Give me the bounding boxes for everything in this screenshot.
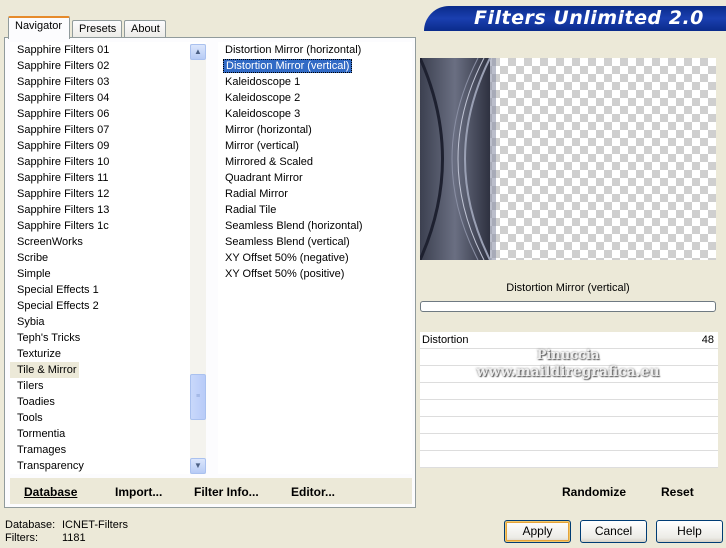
category-item[interactable]: Sapphire Filters 02 [10,58,206,74]
category-item[interactable]: Sapphire Filters 01 [10,42,206,58]
parameter-row-distortion[interactable]: Distortion 48 [420,332,718,349]
selected-filter-name: Distortion Mirror (vertical) [506,282,630,294]
filter-item-label: Kaleidoscope 2 [225,92,301,104]
category-item[interactable]: Sapphire Filters 09 [10,138,206,154]
filter-item-label: XY Offset 50% (negative) [225,252,349,264]
tab-presets[interactable]: Presets [72,20,122,38]
watermark: Pinuccia www.maildiregrafica.eu [420,348,716,380]
category-item[interactable]: Tilers [10,378,206,394]
progress-bar [420,301,716,312]
cancel-button[interactable]: Cancel [580,520,647,543]
preview-effect [420,58,496,260]
category-list[interactable]: Sapphire Filters 01 Sapphire Filters 02 Sa… [10,42,206,474]
tab-about[interactable]: About [124,20,166,38]
filter-item[interactable]: Quadrant Mirror [218,170,412,186]
editor-button[interactable]: Editor... [291,485,335,499]
filter-item[interactable]: Kaleidoscope 3 [218,106,412,122]
category-item[interactable]: Sapphire Filters 12 [10,186,206,202]
database-status-value: ICNET-Filters [62,519,128,531]
filter-item[interactable]: Distortion Mirror (horizontal) [218,42,412,58]
category-item[interactable]: Teph's Tricks [10,330,206,346]
scroll-thumb[interactable]: ≡ [190,374,206,420]
filter-item-label: Seamless Blend (horizontal) [225,220,363,232]
category-item[interactable]: Scribe [10,250,206,266]
parameter-label: Distortion [422,334,469,346]
help-button[interactable]: Help [656,520,723,543]
watermark-line-2: www.maildiregrafica.eu [476,364,660,380]
status-area: Database: ICNET-Filters Filters: 1181 [5,519,128,545]
filter-item-label: XY Offset 50% (positive) [225,268,345,280]
category-item[interactable]: Special Effects 2 [10,298,206,314]
filter-item-label: Distortion Mirror (horizontal) [225,44,362,56]
parameter-row-empty [420,451,718,468]
filter-item-label: Mirrored & Scaled [225,156,314,168]
database-button[interactable]: Database [24,485,77,499]
category-scrollbar[interactable]: ▲ ≡ ▼ [190,44,206,474]
category-item[interactable]: Sapphire Filters 07 [10,122,206,138]
filter-item-label: Mirror (vertical) [225,140,299,152]
category-item[interactable]: Sapphire Filters 1c [10,218,206,234]
filter-item[interactable]: Kaleidoscope 1 [218,74,412,90]
reset-button[interactable]: Reset [661,485,694,499]
filter-item[interactable]: Mirrored & Scaled [218,154,412,170]
category-item[interactable]: ScreenWorks [10,234,206,250]
filter-item[interactable]: Kaleidoscope 2 [218,90,412,106]
parameter-value[interactable]: 48 [702,332,714,348]
filter-item-label: Quadrant Mirror [225,172,303,184]
tab-navigator[interactable]: Navigator [8,16,70,39]
category-item[interactable]: Sapphire Filters 13 [10,202,206,218]
category-item[interactable]: Tile & Mirror [10,362,80,378]
filter-item-label: Kaleidoscope 1 [225,76,301,88]
filters-status-value: 1181 [62,532,86,544]
filter-item[interactable]: XY Offset 50% (negative) [218,250,412,266]
filter-item-label: Radial Tile [225,204,277,216]
filter-item[interactable]: Radial Tile [218,202,412,218]
filter-item[interactable]: Seamless Blend (vertical) [218,234,412,250]
category-item[interactable]: Tramages [10,442,206,458]
filter-item-label: Mirror (horizontal) [225,124,312,136]
category-item[interactable]: Sapphire Filters 10 [10,154,206,170]
category-item[interactable]: Texturize [10,346,206,362]
category-item[interactable]: Transparency [10,458,206,474]
category-item[interactable]: Sybia [10,314,206,330]
category-item[interactable]: Simple [10,266,206,282]
parameter-row-empty [420,417,718,434]
category-item[interactable]: Sapphire Filters 11 [10,170,206,186]
apply-button[interactable]: Apply [504,520,571,543]
category-item[interactable]: Sapphire Filters 06 [10,106,206,122]
parameter-row-empty [420,383,718,400]
filter-item[interactable]: XY Offset 50% (positive) [218,266,412,282]
app-title: Filters Unlimited 2.0 [474,7,704,29]
filter-item-label: Distortion Mirror (vertical) [223,59,353,73]
category-item[interactable]: Sapphire Filters 04 [10,90,206,106]
category-item[interactable]: Tormentia [10,426,206,442]
preview-image [420,58,716,260]
left-button-bar: Database Import... Filter Info... Editor… [10,478,412,504]
filter-item[interactable]: Seamless Blend (horizontal) [218,218,412,234]
import-button[interactable]: Import... [115,485,162,499]
parameter-row-empty [420,400,718,417]
parameter-row-empty [420,434,718,451]
category-item[interactable]: Tools [10,410,206,426]
category-item[interactable]: Sapphire Filters 03 [10,74,206,90]
scroll-down-icon[interactable]: ▼ [190,458,206,474]
filters-status-label: Filters: [5,532,38,544]
database-status-label: Database: [5,519,56,531]
category-item[interactable]: Special Effects 1 [10,282,206,298]
filter-item[interactable]: Mirror (horizontal) [218,122,412,138]
filter-item-label: Radial Mirror [225,188,288,200]
randomize-button[interactable]: Randomize [562,485,626,499]
scroll-up-icon[interactable]: ▲ [190,44,206,60]
filter-item[interactable]: Radial Mirror [218,186,412,202]
filter-list[interactable]: Distortion Mirror (horizontal) Distortion… [218,42,412,474]
right-button-bar: Randomize Reset [420,478,722,504]
filter-item[interactable]: Distortion Mirror (vertical) [218,58,412,74]
filter-item[interactable]: Mirror (vertical) [218,138,412,154]
watermark-line-1: Pinuccia [536,348,600,363]
category-item[interactable]: Toadies [10,394,206,410]
filter-info-button[interactable]: Filter Info... [194,485,259,499]
filter-item-label: Kaleidoscope 3 [225,108,301,120]
filter-item-label: Seamless Blend (vertical) [225,236,350,248]
